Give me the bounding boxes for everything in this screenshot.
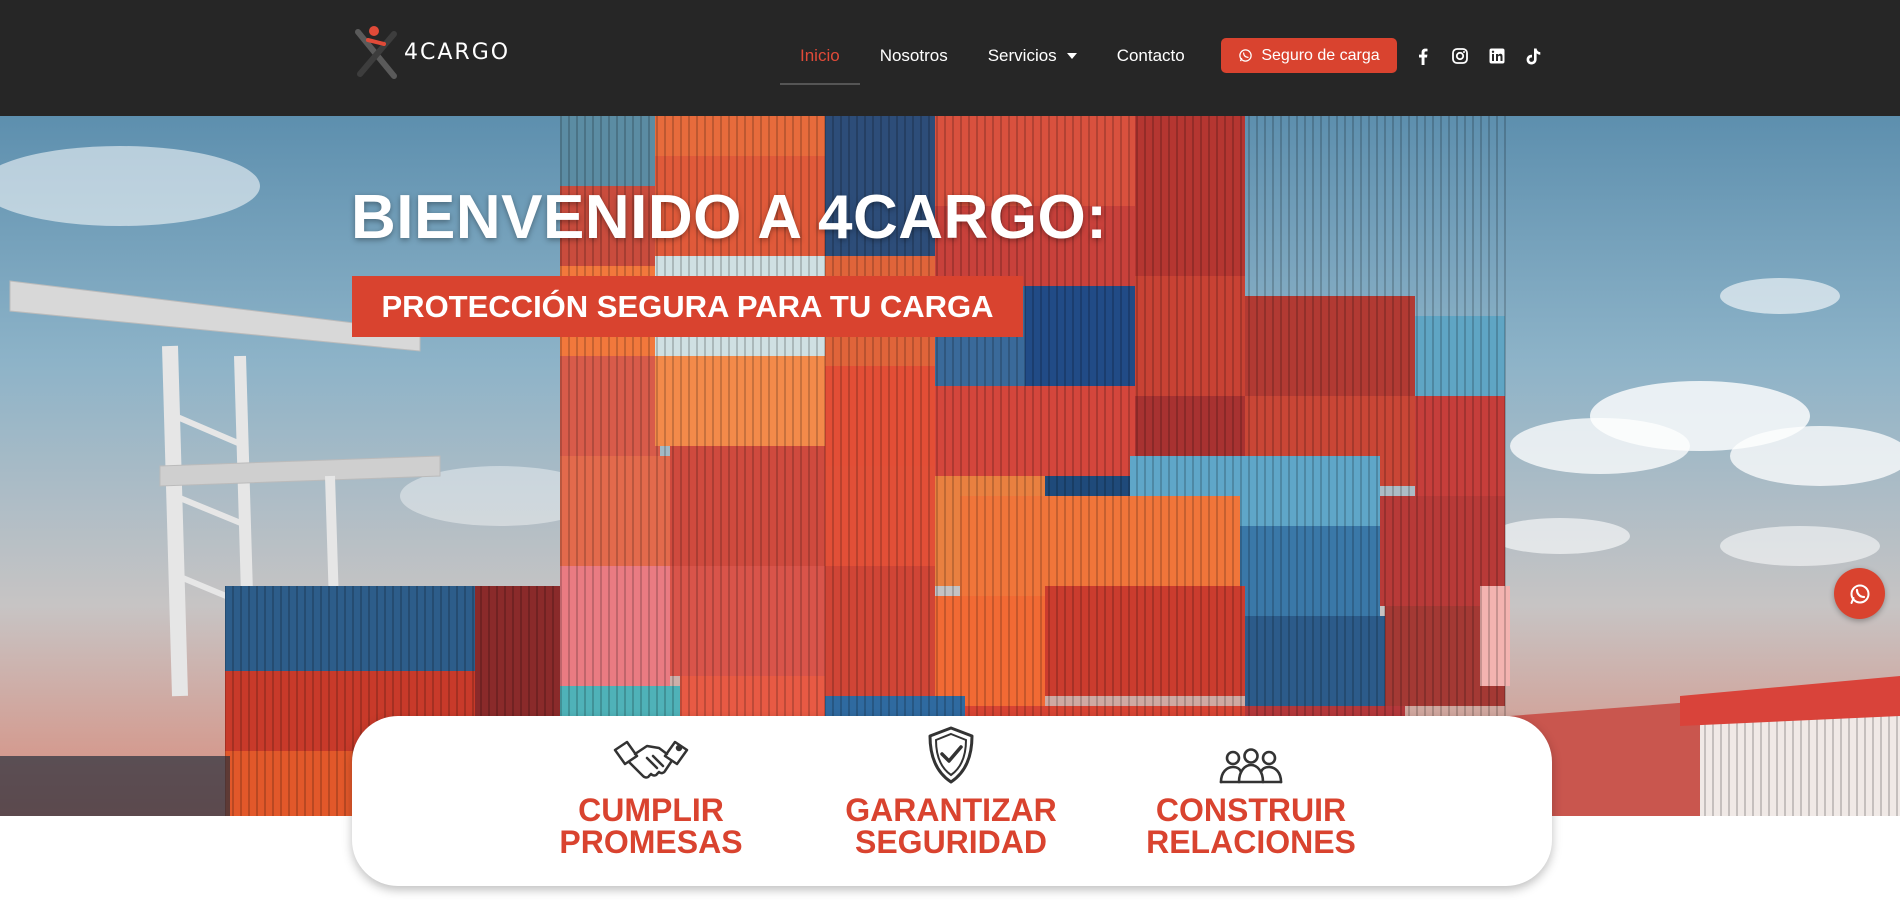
facebook-icon[interactable] — [1404, 44, 1441, 68]
whatsapp-icon — [1850, 584, 1869, 604]
nav-item-contacto[interactable]: Contacto — [1097, 38, 1205, 74]
social-links — [1404, 44, 1552, 68]
nav-label: Nosotros — [879, 46, 948, 65]
people-group-icon — [1219, 748, 1283, 784]
nav-item-servicios[interactable]: Servicios — [968, 38, 1097, 74]
nav-label: Servicios — [987, 46, 1057, 65]
chevron-down-icon — [1066, 53, 1077, 59]
values-card: CUMPLIR PROMESAS GARANTIZAR SEGURIDAD CO… — [352, 716, 1552, 886]
value-line: GARANTIZAR — [845, 792, 1057, 828]
value-line: CUMPLIR — [578, 792, 724, 828]
value-line: CONSTRUIR — [1155, 792, 1347, 828]
value-cumplir-promesas: CUMPLIR PROMESAS — [501, 716, 801, 858]
value-line: SEGURIDAD — [854, 824, 1047, 860]
whatsapp-icon — [1238, 48, 1253, 63]
handshake-icon — [613, 740, 689, 779]
floating-whatsapp-button[interactable] — [1834, 568, 1885, 619]
value-line: RELACIONES — [1146, 824, 1356, 860]
runner-x-logo-icon — [355, 26, 397, 79]
main-nav: Inicio Nosotros Servicios Contacto — [780, 38, 1205, 85]
seguro-de-carga-button[interactable]: Seguro de carga — [1221, 38, 1397, 73]
site-header: 4CARGO Inicio Nosotros Servicios Contact… — [0, 0, 1900, 116]
value-line: PROMESAS — [559, 824, 743, 860]
instagram-icon[interactable] — [1441, 44, 1478, 68]
hero-subtitle-badge: PROTECCIÓN SEGURA PARA TU CARGA — [352, 276, 1023, 337]
brand-name: 4CARGO — [404, 39, 511, 65]
value-garantizar-seguridad: GARANTIZAR SEGURIDAD — [801, 716, 1101, 858]
brand-logo[interactable]: 4CARGO — [354, 24, 510, 80]
nav-item-inicio[interactable]: Inicio — [780, 38, 860, 85]
linkedin-icon[interactable] — [1478, 44, 1515, 68]
hero-title: BIENVENIDO A 4CARGO: — [351, 183, 1108, 252]
tiktok-icon[interactable] — [1515, 44, 1552, 68]
cta-label: Seguro de carga — [1261, 46, 1380, 64]
value-construir-relaciones: CONSTRUIR RELACIONES — [1101, 716, 1401, 858]
nav-label: Inicio — [800, 46, 840, 65]
hero-banner: BIENVENIDO A 4CARGO: PROTECCIÓN SEGURA P… — [0, 116, 1900, 816]
nav-label: Contacto — [1116, 46, 1185, 65]
shield-check-icon — [928, 726, 974, 784]
nav-item-nosotros[interactable]: Nosotros — [860, 38, 968, 74]
